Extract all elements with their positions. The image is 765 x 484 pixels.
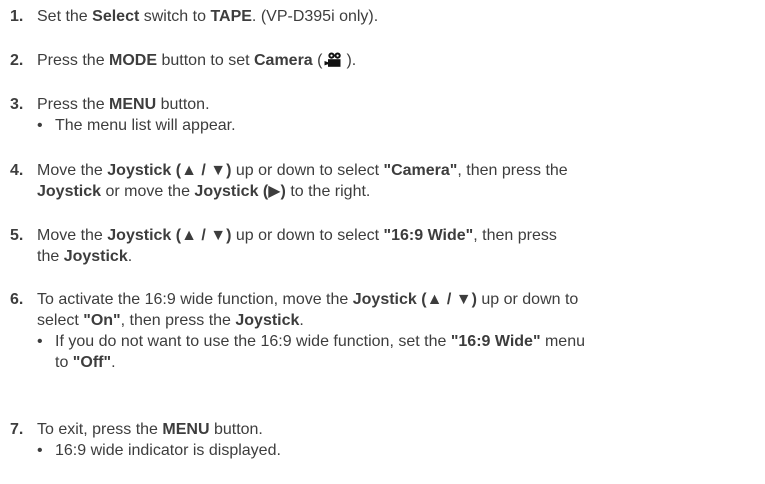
step-text: ). bbox=[346, 52, 357, 69]
step-text: up or down to select bbox=[231, 162, 384, 179]
step-text: select bbox=[37, 312, 84, 329]
step-1: 1. Set the Select switch to TAPE. (VP-D39… bbox=[10, 6, 760, 27]
step-text: . (VP-D395i only). bbox=[251, 8, 379, 25]
step-2: 2. Press the MODE button to set Camera ( … bbox=[10, 50, 760, 71]
step-text: up or down to bbox=[476, 291, 579, 308]
step-text: or move the bbox=[101, 183, 195, 200]
step-number: 4. bbox=[10, 162, 24, 179]
step-3: 3. Press the MENU button. • The menu list … bbox=[10, 94, 760, 136]
step-text: button. bbox=[209, 421, 263, 438]
bullet-marker: • bbox=[37, 117, 43, 134]
joystick-label: Joystick (▲ / ▼) bbox=[352, 291, 477, 308]
bullet-text: The menu list will appear. bbox=[55, 117, 236, 134]
step-number: 6. bbox=[10, 291, 24, 308]
step-text: button. bbox=[156, 96, 210, 113]
on-option-label: "On" bbox=[83, 312, 121, 329]
step-text: , then press the bbox=[457, 162, 568, 179]
bullet-text: menu bbox=[540, 333, 585, 350]
step-text: , then press the bbox=[120, 312, 236, 329]
step-text: ( bbox=[312, 52, 323, 69]
step-text: . bbox=[299, 312, 304, 329]
camera-mode-icon bbox=[324, 52, 342, 67]
off-option-label: "Off" bbox=[72, 354, 112, 371]
mode-button-label: MODE bbox=[109, 52, 158, 69]
step-text: up or down to select bbox=[231, 227, 384, 244]
step-text: . bbox=[127, 248, 133, 265]
step-text: To activate the 16:9 wide function, move… bbox=[37, 291, 353, 308]
menu-button-label: MENU bbox=[109, 96, 157, 113]
bullet-marker: • bbox=[37, 333, 43, 350]
select-switch-label: Select bbox=[92, 8, 140, 25]
wide-menu-label: "16:9 Wide" bbox=[450, 333, 541, 350]
step-number: 5. bbox=[10, 227, 24, 244]
menu-button-label: MENU bbox=[162, 421, 210, 438]
step-text: , then press bbox=[473, 227, 557, 244]
step-number: 1. bbox=[10, 8, 24, 25]
bullet-marker: • bbox=[37, 442, 43, 459]
step-text: To exit, press the bbox=[37, 421, 163, 438]
step-text: Press the bbox=[37, 96, 110, 113]
step-5: 5. Move the Joystick (▲ / ▼) up or down t… bbox=[10, 225, 760, 267]
step-number: 7. bbox=[10, 421, 24, 438]
camera-label: Camera bbox=[253, 52, 313, 69]
joystick-label: Joystick bbox=[37, 183, 102, 200]
step-number: 2. bbox=[10, 52, 24, 69]
joystick-label: Joystick (▲ / ▼) bbox=[107, 162, 232, 179]
step-6: 6. To activate the 16:9 wide function, mo… bbox=[10, 289, 760, 373]
joystick-label: Joystick (▲ / ▼) bbox=[107, 227, 232, 244]
step-4: 4. Move the Joystick (▲ / ▼) up or down t… bbox=[10, 160, 760, 202]
step-text: switch to bbox=[139, 8, 211, 25]
step-text: the bbox=[37, 248, 64, 265]
step-text: Press the bbox=[37, 52, 110, 69]
joystick-label: Joystick bbox=[235, 312, 300, 329]
bullet-text: If you do not want to use the 16:9 wide … bbox=[55, 333, 451, 350]
bullet-text: 16:9 wide indicator is displayed. bbox=[55, 442, 281, 459]
tape-label: TAPE bbox=[210, 8, 252, 25]
bullet-text: to bbox=[55, 354, 73, 371]
instruction-document: 1. Set the Select switch to TAPE. (VP-D39… bbox=[0, 0, 765, 484]
step-text: button to set bbox=[157, 52, 254, 69]
joystick-label: Joystick bbox=[63, 248, 128, 265]
joystick-right-label: Joystick (▶) bbox=[194, 183, 286, 200]
step-text: Move the bbox=[37, 162, 108, 179]
step-text: Move the bbox=[37, 227, 108, 244]
step-number: 3. bbox=[10, 96, 24, 113]
camera-menu-label: "Camera" bbox=[383, 162, 458, 179]
step-text: Set the bbox=[37, 8, 93, 25]
step-text: to the right. bbox=[285, 183, 371, 200]
bullet-text: . bbox=[111, 354, 116, 371]
step-7: 7. To exit, press the MENU button. • 16:9 … bbox=[10, 419, 760, 461]
wide-menu-label: "16:9 Wide" bbox=[383, 227, 474, 244]
